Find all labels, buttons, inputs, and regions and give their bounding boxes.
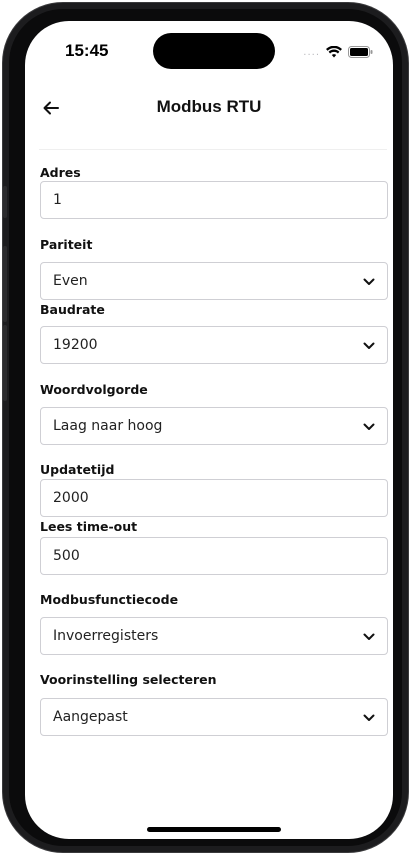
voorinstelling-value: Aangepast — [53, 709, 128, 725]
phone-frame: 15:45 .... Modbus RTU Adres 1 Pariteit E… — [3, 3, 408, 852]
adres-label: Adres — [40, 165, 81, 180]
signal-icon: .... — [303, 47, 320, 58]
adres-input[interactable]: 1 — [40, 181, 388, 219]
adres-value: 1 — [53, 192, 62, 208]
lees-timeout-label: Lees time-out — [40, 519, 138, 534]
baudrate-select[interactable]: 19200 — [40, 326, 388, 364]
pariteit-select[interactable]: Even — [40, 262, 388, 300]
chevron-down-icon — [363, 342, 375, 349]
lees-timeout-input[interactable]: 500 — [40, 537, 388, 575]
updatetijd-value: 2000 — [53, 490, 89, 506]
lees-timeout-value: 500 — [53, 548, 80, 564]
chevron-down-icon — [363, 633, 375, 640]
woordvolgorde-value: Laag naar hoog — [53, 418, 163, 434]
pariteit-value: Even — [53, 273, 88, 289]
status-bar: 15:45 .... — [25, 21, 393, 77]
nav-divider — [39, 149, 387, 150]
volume-down-button — [3, 325, 7, 401]
pariteit-label: Pariteit — [40, 237, 93, 252]
updatetijd-label: Updatetijd — [40, 462, 115, 477]
status-icons: .... — [303, 43, 373, 62]
home-indicator[interactable] — [147, 827, 281, 832]
nav-bar: Modbus RTU — [25, 91, 393, 131]
volume-up-button — [3, 246, 7, 322]
battery-icon — [348, 43, 373, 62]
voorinstelling-label: Voorinstelling selecteren — [40, 672, 217, 687]
page-title: Modbus RTU — [156, 97, 262, 116]
updatetijd-input[interactable]: 2000 — [40, 479, 388, 517]
chevron-down-icon — [363, 423, 375, 430]
baudrate-label: Baudrate — [40, 302, 105, 317]
chevron-down-icon — [363, 278, 375, 285]
modbusfunctiecode-value: Invoerregisters — [53, 628, 159, 644]
side-button — [3, 186, 7, 218]
woordvolgorde-label: Woordvolgorde — [40, 382, 148, 397]
modbusfunctiecode-select[interactable]: Invoerregisters — [40, 617, 388, 655]
status-time: 15:45 — [65, 41, 109, 60]
dynamic-island — [153, 33, 275, 69]
modbusfunctiecode-label: Modbusfunctiecode — [40, 592, 179, 607]
wifi-icon — [326, 43, 342, 62]
voorinstelling-select[interactable]: Aangepast — [40, 698, 388, 736]
baudrate-value: 19200 — [53, 337, 98, 353]
woordvolgorde-select[interactable]: Laag naar hoog — [40, 407, 388, 445]
chevron-down-icon — [363, 714, 375, 721]
screen: 15:45 .... Modbus RTU Adres 1 Pariteit E… — [25, 21, 393, 839]
